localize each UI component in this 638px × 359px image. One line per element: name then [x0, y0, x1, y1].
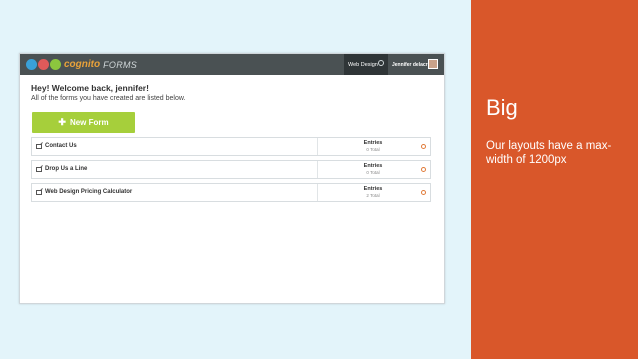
- slide-title: Big: [486, 95, 518, 120]
- form-name[interactable]: Web Design Pricing Calculator: [36, 189, 132, 195]
- form-settings-gear-icon[interactable]: [421, 190, 426, 195]
- nav-user-name[interactable]: Jennifer delacruz: [392, 54, 433, 75]
- app-window: cognito FORMS Web Design Jennifer delacr…: [19, 53, 445, 304]
- new-form-button[interactable]: ✚ New Form: [32, 112, 135, 133]
- entries-label: Entries: [363, 163, 383, 169]
- form-name-label: Contact Us: [45, 143, 77, 149]
- logo-circle-icon: [26, 59, 37, 70]
- form-name-label: Web Design Pricing Calculator: [45, 189, 133, 195]
- form-settings-gear-icon[interactable]: [421, 144, 426, 149]
- logo-forms-label: FORMS: [103, 59, 138, 70]
- welcome-heading: Hey! Welcome back, jennifer!: [31, 83, 149, 93]
- slide-right-panel: Big Our layouts have a max-width of 1200…: [471, 0, 638, 359]
- logo[interactable]: cognito FORMS: [26, 58, 137, 71]
- entries-total: 2 Total: [366, 193, 380, 198]
- avatar[interactable]: [428, 59, 438, 69]
- entries-cell[interactable]: Entries 0 Total: [318, 163, 428, 176]
- logo-circle-icon: [50, 59, 61, 70]
- edit-icon: [36, 166, 42, 172]
- form-name[interactable]: Drop Us a Line: [36, 166, 87, 172]
- entries-total: 0 Total: [366, 170, 380, 175]
- entries-total: 0 Total: [366, 147, 380, 152]
- form-settings-gear-icon[interactable]: [421, 167, 426, 172]
- form-row-contact-us[interactable]: Contact Us Entries 0 Total: [31, 137, 431, 156]
- logo-circle-icon: [38, 59, 49, 70]
- new-form-label: New Form: [69, 118, 109, 127]
- forms-description: All of the forms you have created are li…: [31, 95, 186, 102]
- entries-label: Entries: [363, 140, 383, 146]
- entries-label: Entries: [363, 186, 383, 192]
- form-name[interactable]: Contact Us: [36, 143, 77, 149]
- entries-cell[interactable]: Entries 0 Total: [318, 140, 428, 153]
- edit-icon: [36, 189, 42, 195]
- settings-gear-icon[interactable]: [378, 60, 384, 66]
- entries-cell[interactable]: Entries 2 Total: [318, 186, 428, 199]
- top-nav-bar: cognito FORMS Web Design Jennifer delacr…: [20, 54, 444, 75]
- edit-icon: [36, 143, 42, 149]
- form-name-label: Drop Us a Line: [45, 166, 88, 172]
- logo-wordmark: cognito: [64, 59, 101, 70]
- form-row-drop-us-a-line[interactable]: Drop Us a Line Entries 0 Total: [31, 160, 431, 179]
- form-row-web-design-pricing-calculator[interactable]: Web Design Pricing Calculator Entries 2 …: [31, 183, 431, 202]
- slide-subtitle: Our layouts have a max-width of 1200px: [486, 140, 612, 166]
- plus-icon: ✚: [58, 117, 66, 127]
